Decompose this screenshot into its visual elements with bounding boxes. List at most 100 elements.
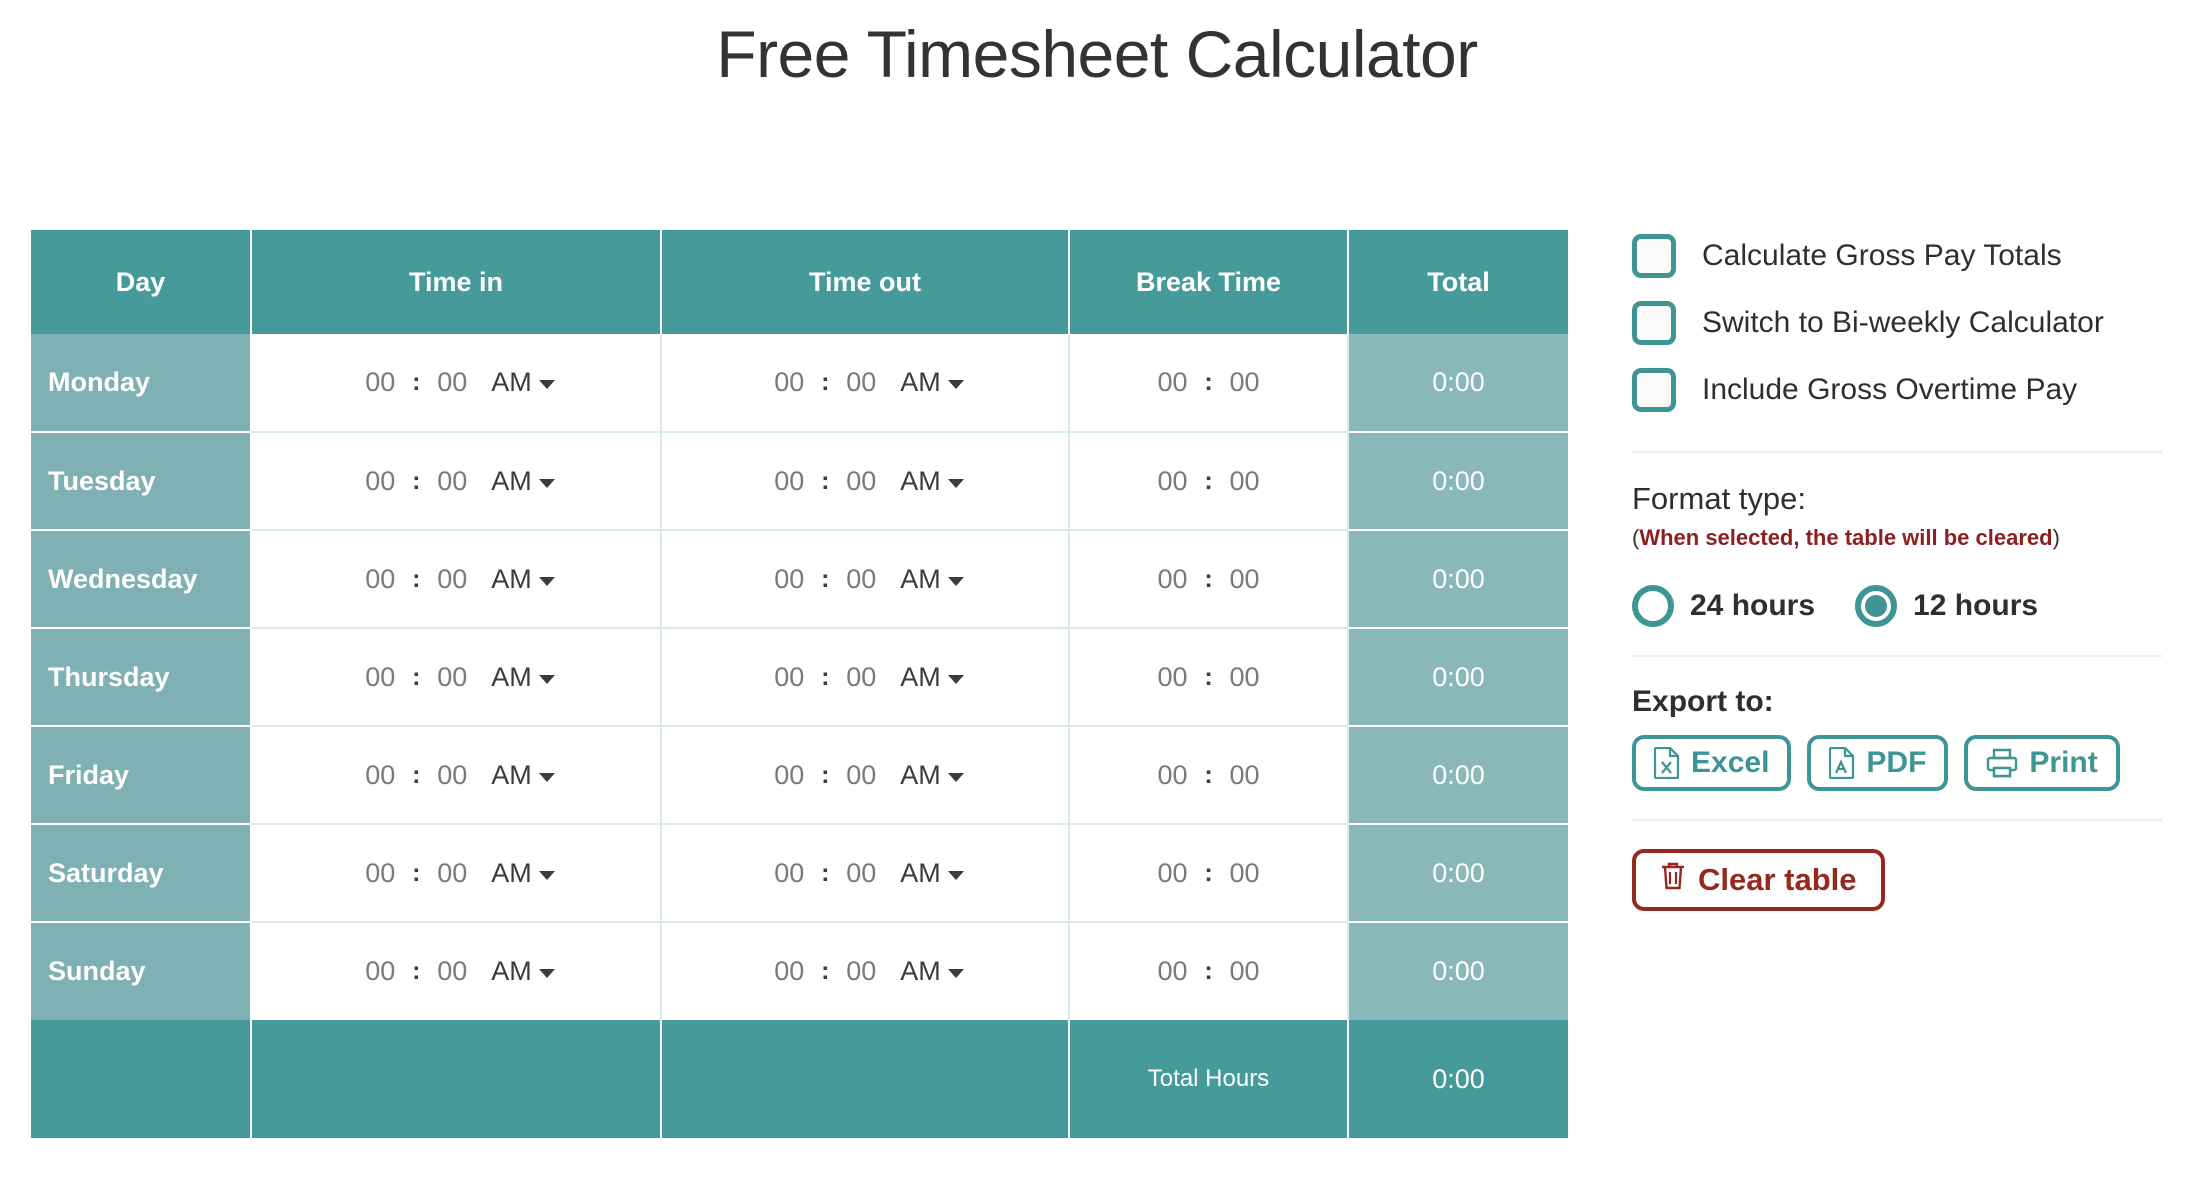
time-in-minutes-input[interactable]: 00 — [429, 466, 475, 497]
time-out-minutes-input[interactable]: 00 — [838, 956, 884, 987]
time-out-minutes-input[interactable]: 00 — [838, 662, 884, 693]
time-in-ampm-select[interactable]: AM — [491, 858, 555, 889]
break-time-minutes-input[interactable]: 00 — [1222, 564, 1268, 595]
time-out-minutes-input[interactable]: 00 — [838, 367, 884, 398]
time-out-ampm-select[interactable]: AM — [900, 367, 964, 398]
time-in-ampm-select[interactable]: AM — [491, 367, 555, 398]
break-time-minutes-input[interactable]: 00 — [1222, 662, 1268, 693]
checkbox-1[interactable] — [1632, 233, 1676, 278]
time-in-cell: 00:00 AM — [251, 530, 662, 629]
radio-option[interactable]: 12 hours — [1855, 585, 2038, 627]
footer-blank-time-in — [251, 1020, 662, 1138]
checkbox-row[interactable]: Calculate Gross Pay Totals — [1632, 222, 2162, 289]
time-in-ampm-select[interactable]: AM — [491, 662, 555, 693]
radio-label: 24 hours — [1690, 589, 1816, 622]
time-in-colon: : — [412, 466, 421, 495]
day-cell: Tuesday — [31, 432, 252, 531]
time-in-hours-input[interactable]: 00 — [357, 956, 403, 987]
chevron-down-icon — [538, 969, 555, 978]
time-out-hours-input[interactable]: 00 — [766, 858, 812, 889]
break-time-hours-input[interactable]: 00 — [1150, 956, 1196, 987]
table-row: Thursday 00:00 AM 00:00 AM 00:00 0:00 — [31, 628, 1568, 727]
export-excel-button[interactable]: Excel — [1632, 735, 1792, 791]
time-in-minutes-input[interactable]: 00 — [429, 564, 475, 595]
break-time-minutes-input[interactable]: 00 — [1222, 367, 1268, 398]
time-in-minutes-input[interactable]: 00 — [429, 760, 475, 791]
time-in-ampm-select[interactable]: AM — [491, 760, 555, 791]
break-time-minutes-input[interactable]: 00 — [1222, 858, 1268, 889]
time-out-minutes-input[interactable]: 00 — [838, 760, 884, 791]
time-in-hours-input[interactable]: 00 — [357, 367, 403, 398]
time-out-hours-input[interactable]: 00 — [766, 760, 812, 791]
break-time-cell: 00:00 — [1069, 726, 1349, 825]
time-out-cell: 00:00 AM — [661, 628, 1070, 727]
break-time-minutes-input[interactable]: 00 — [1222, 760, 1268, 791]
time-in-cell: 00:00 AM — [251, 726, 662, 825]
time-out-ampm-select[interactable]: AM — [900, 858, 964, 889]
time-in-minutes-input[interactable]: 00 — [429, 367, 475, 398]
excel-file-icon — [1654, 747, 1680, 779]
break-time-hours-input[interactable]: 00 — [1150, 466, 1196, 497]
checkbox-row[interactable]: Switch to Bi-weekly Calculator — [1632, 289, 2162, 356]
time-out-ampm-value: AM — [900, 661, 941, 692]
checkbox-row[interactable]: Include Gross Overtime Pay — [1632, 356, 2162, 423]
checkbox-label: Switch to Bi-weekly Calculator — [1702, 305, 2104, 339]
break-time-hours-input[interactable]: 00 — [1150, 858, 1196, 889]
time-in-ampm-select[interactable]: AM — [491, 466, 555, 497]
time-in-hours-input[interactable]: 00 — [357, 466, 403, 497]
break-time-hours-input[interactable]: 00 — [1150, 564, 1196, 595]
time-in-hours-input[interactable]: 00 — [357, 564, 403, 595]
time-out-ampm-select[interactable]: AM — [900, 662, 964, 693]
print-label: Print — [2029, 746, 2098, 779]
time-in-ampm-select[interactable]: AM — [491, 564, 555, 595]
time-out-ampm-select[interactable]: AM — [900, 564, 964, 595]
time-out-ampm-select[interactable]: AM — [900, 466, 964, 497]
time-in-minutes-input[interactable]: 00 — [429, 956, 475, 987]
export-pdf-button[interactable]: PDF — [1807, 735, 1949, 791]
time-out-minutes-input[interactable]: 00 — [838, 564, 884, 595]
table-body: Monday 00:00 AM 00:00 AM 00:00 0:00 Tuesday 00:0… — [31, 334, 1568, 1020]
time-in-hours-input[interactable]: 00 — [357, 662, 403, 693]
row-total-cell: 0:00 — [1348, 530, 1568, 629]
time-out-hours-input[interactable]: 00 — [766, 662, 812, 693]
break-time-hours-input[interactable]: 00 — [1150, 367, 1196, 398]
time-out-hours-input[interactable]: 00 — [766, 466, 812, 497]
time-out-minutes-input[interactable]: 00 — [838, 858, 884, 889]
day-cell: Monday — [31, 334, 252, 433]
break-time-colon: : — [1204, 564, 1213, 593]
break-time-minutes-input[interactable]: 00 — [1222, 956, 1268, 987]
radio-option[interactable]: 24 hours — [1632, 585, 1815, 627]
time-out-colon: : — [821, 564, 830, 593]
checkbox-2[interactable] — [1632, 300, 1676, 345]
column-header-break-time: Break Time — [1069, 230, 1349, 334]
chevron-down-icon — [538, 870, 555, 880]
break-time-group: 00:00 — [1071, 956, 1346, 987]
time-in-minutes-input[interactable]: 00 — [429, 858, 475, 889]
checkbox-3[interactable] — [1632, 367, 1676, 412]
break-time-group: 00:00 — [1071, 858, 1346, 889]
row-total-cell: 0:00 — [1348, 824, 1568, 923]
time-in-ampm-select[interactable]: AM — [491, 956, 555, 987]
break-time-hours-input[interactable]: 00 — [1150, 662, 1196, 693]
radio-24-hours[interactable] — [1632, 585, 1674, 627]
time-out-group: 00:00 AM — [663, 858, 1067, 889]
chevron-down-icon — [538, 772, 555, 782]
time-out-hours-input[interactable]: 00 — [766, 564, 812, 595]
time-out-minutes-input[interactable]: 00 — [838, 466, 884, 497]
time-out-ampm-select[interactable]: AM — [900, 760, 964, 791]
break-time-hours-input[interactable]: 00 — [1150, 760, 1196, 791]
radio-12-hours[interactable] — [1855, 585, 1898, 627]
time-out-hours-input[interactable]: 00 — [766, 956, 812, 987]
time-in-minutes-input[interactable]: 00 — [429, 662, 475, 693]
row-total-cell: 0:00 — [1348, 334, 1568, 433]
time-in-colon: : — [412, 564, 421, 593]
time-in-cell: 00:00 AM — [251, 432, 662, 531]
footer-blank-day — [31, 1020, 252, 1138]
time-out-ampm-select[interactable]: AM — [900, 956, 964, 987]
time-in-hours-input[interactable]: 00 — [357, 858, 403, 889]
clear-table-button[interactable]: Clear table — [1632, 849, 1885, 911]
time-out-hours-input[interactable]: 00 — [766, 367, 812, 398]
time-in-hours-input[interactable]: 00 — [357, 760, 403, 791]
break-time-minutes-input[interactable]: 00 — [1222, 466, 1268, 497]
print-button[interactable]: Print — [1964, 735, 2120, 791]
